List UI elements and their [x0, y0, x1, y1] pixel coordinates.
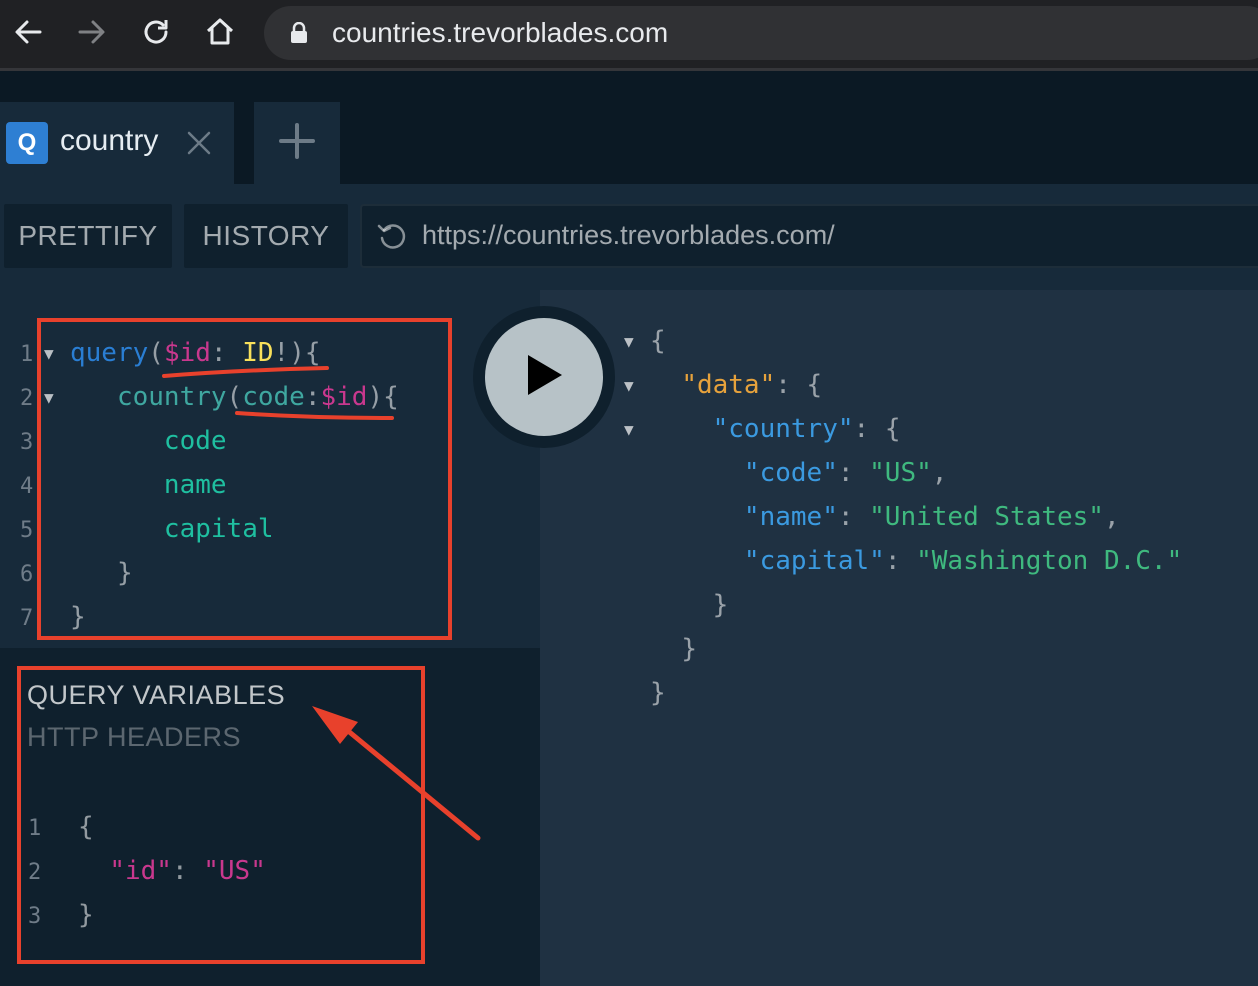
history-button[interactable]: HISTORY	[184, 204, 348, 268]
annotation-box-query	[37, 318, 452, 640]
result-panel: ▼ { ▼ "data": { ▼ "country": { "code": "…	[540, 290, 1258, 986]
tab-label: country	[60, 124, 159, 157]
capital-key: "capital"	[743, 546, 885, 576]
capital-value: "Washington D.C."	[916, 546, 1183, 576]
address-bar[interactable]: countries.trevorblades.com	[264, 6, 1258, 60]
code-key: "code"	[743, 458, 838, 488]
fold-arrow-icon[interactable]: ▼	[624, 332, 634, 351]
result-line-2: ▼ "data": {	[624, 370, 823, 400]
address-bar-url[interactable]: countries.trevorblades.com	[332, 17, 668, 49]
endpoint-url-input[interactable]: https://countries.trevorblades.com/	[360, 204, 1258, 268]
result-line-1: ▼ {	[624, 326, 666, 356]
name-key: "name"	[743, 502, 838, 532]
result-line-5: "name": "United States",	[743, 502, 1120, 532]
close-icon[interactable]	[186, 130, 212, 160]
lock-icon	[290, 21, 308, 48]
code-value: "US"	[869, 458, 932, 488]
fold-arrow-icon[interactable]: ▼	[624, 420, 634, 439]
playground-toolbar: PRETTIFY HISTORY https://countries.trevo…	[0, 184, 1258, 290]
plus-icon	[279, 123, 315, 163]
run-query-button[interactable]	[485, 318, 603, 436]
prettify-button[interactable]: PRETTIFY	[4, 204, 172, 268]
data-key: "data"	[681, 370, 776, 400]
forward-arrow-icon[interactable]	[74, 14, 110, 50]
query-badge: Q	[6, 122, 48, 164]
result-line-9: }	[650, 678, 666, 708]
back-arrow-icon[interactable]	[10, 14, 46, 50]
browser-toolbar: countries.trevorblades.com	[0, 0, 1258, 68]
annotation-box-variables	[17, 666, 425, 964]
playground-tab-bar: Q country	[0, 71, 1258, 184]
name-value: "United States"	[869, 502, 1104, 532]
result-line-7: }	[712, 590, 729, 620]
result-line-8: }	[681, 634, 697, 664]
home-icon[interactable]	[202, 14, 238, 50]
result-line-6: "capital": "Washington D.C."	[743, 546, 1183, 576]
result-line-4: "code": "US",	[743, 458, 948, 488]
endpoint-url-text: https://countries.trevorblades.com/	[422, 220, 835, 250]
new-tab-button[interactable]	[254, 102, 340, 184]
reload-icon[interactable]	[138, 14, 174, 50]
tab-country[interactable]: Q country	[0, 102, 234, 184]
fold-arrow-icon[interactable]: ▼	[624, 376, 634, 395]
play-icon	[522, 353, 566, 401]
result-line-3: ▼ "country": {	[624, 414, 901, 444]
country-key: "country"	[712, 414, 854, 444]
history-reload-icon[interactable]	[376, 222, 408, 256]
